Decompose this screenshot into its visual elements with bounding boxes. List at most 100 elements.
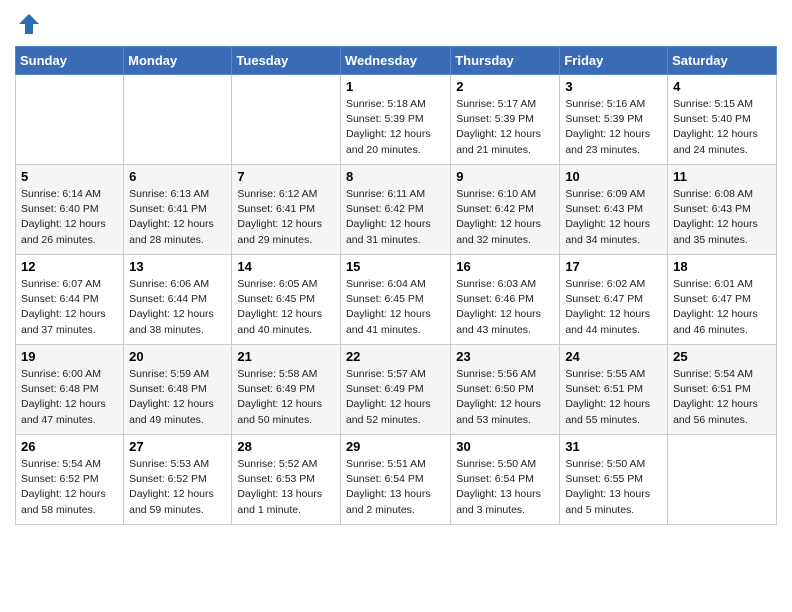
day-number: 22: [346, 349, 445, 364]
day-info: Sunrise: 6:09 AM Sunset: 6:43 PM Dayligh…: [565, 187, 662, 248]
day-info: Sunrise: 5:56 AM Sunset: 6:50 PM Dayligh…: [456, 367, 554, 428]
calendar-cell: 25 Sunrise: 5:54 AM Sunset: 6:51 PM Dayli…: [668, 345, 777, 435]
day-number: 7: [237, 169, 335, 184]
calendar-cell: 13 Sunrise: 6:06 AM Sunset: 6:44 PM Dayli…: [124, 255, 232, 345]
day-info: Sunrise: 6:00 AM Sunset: 6:48 PM Dayligh…: [21, 367, 118, 428]
calendar-cell: 27 Sunrise: 5:53 AM Sunset: 6:52 PM Dayli…: [124, 435, 232, 525]
weekday-header-friday: Friday: [560, 47, 668, 75]
day-number: 17: [565, 259, 662, 274]
weekday-header-sunday: Sunday: [16, 47, 124, 75]
day-info: Sunrise: 6:03 AM Sunset: 6:46 PM Dayligh…: [456, 277, 554, 338]
calendar-table: SundayMondayTuesdayWednesdayThursdayFrid…: [15, 46, 777, 525]
day-number: 1: [346, 79, 445, 94]
calendar-cell: 17 Sunrise: 6:02 AM Sunset: 6:47 PM Dayli…: [560, 255, 668, 345]
calendar-cell: 2 Sunrise: 5:17 AM Sunset: 5:39 PM Daylig…: [451, 75, 560, 165]
day-info: Sunrise: 5:54 AM Sunset: 6:51 PM Dayligh…: [673, 367, 771, 428]
calendar-cell: [232, 75, 341, 165]
day-number: 5: [21, 169, 118, 184]
day-info: Sunrise: 5:50 AM Sunset: 6:55 PM Dayligh…: [565, 457, 662, 518]
day-info: Sunrise: 6:11 AM Sunset: 6:42 PM Dayligh…: [346, 187, 445, 248]
weekday-header-thursday: Thursday: [451, 47, 560, 75]
calendar-cell: 6 Sunrise: 6:13 AM Sunset: 6:41 PM Daylig…: [124, 165, 232, 255]
day-info: Sunrise: 6:14 AM Sunset: 6:40 PM Dayligh…: [21, 187, 118, 248]
day-info: Sunrise: 6:04 AM Sunset: 6:45 PM Dayligh…: [346, 277, 445, 338]
day-number: 23: [456, 349, 554, 364]
weekday-header-wednesday: Wednesday: [340, 47, 450, 75]
day-number: 13: [129, 259, 226, 274]
calendar-cell: 12Sunrise: 6:07 AM Sunset: 6:44 PM Dayli…: [16, 255, 124, 345]
day-number: 29: [346, 439, 445, 454]
calendar-cell: 14 Sunrise: 6:05 AM Sunset: 6:45 PM Dayli…: [232, 255, 341, 345]
day-number: 14: [237, 259, 335, 274]
calendar-cell: [16, 75, 124, 165]
day-info: Sunrise: 5:17 AM Sunset: 5:39 PM Dayligh…: [456, 97, 554, 158]
calendar-cell: 18 Sunrise: 6:01 AM Sunset: 6:47 PM Dayli…: [668, 255, 777, 345]
day-number: 11: [673, 169, 771, 184]
day-number: 20: [129, 349, 226, 364]
day-number: 27: [129, 439, 226, 454]
calendar-cell: 5 Sunrise: 6:14 AM Sunset: 6:40 PM Daylig…: [16, 165, 124, 255]
day-info: Sunrise: 6:10 AM Sunset: 6:42 PM Dayligh…: [456, 187, 554, 248]
day-info: Sunrise: 5:54 AM Sunset: 6:52 PM Dayligh…: [21, 457, 118, 518]
weekday-header-monday: Monday: [124, 47, 232, 75]
calendar-cell: 16 Sunrise: 6:03 AM Sunset: 6:46 PM Dayli…: [451, 255, 560, 345]
day-number: 21: [237, 349, 335, 364]
day-number: 10: [565, 169, 662, 184]
calendar-week-row: 5 Sunrise: 6:14 AM Sunset: 6:40 PM Daylig…: [16, 165, 777, 255]
day-number: 30: [456, 439, 554, 454]
calendar-cell: 20 Sunrise: 5:59 AM Sunset: 6:48 PM Dayli…: [124, 345, 232, 435]
day-info: Sunrise: 5:52 AM Sunset: 6:53 PM Dayligh…: [237, 457, 335, 518]
day-number: 12: [21, 259, 118, 274]
calendar-cell: 29 Sunrise: 5:51 AM Sunset: 6:54 PM Dayli…: [340, 435, 450, 525]
calendar-cell: 23 Sunrise: 5:56 AM Sunset: 6:50 PM Dayli…: [451, 345, 560, 435]
day-number: 19: [21, 349, 118, 364]
day-info: Sunrise: 6:13 AM Sunset: 6:41 PM Dayligh…: [129, 187, 226, 248]
day-info: Sunrise: 5:51 AM Sunset: 6:54 PM Dayligh…: [346, 457, 445, 518]
calendar-cell: 19 Sunrise: 6:00 AM Sunset: 6:48 PM Dayli…: [16, 345, 124, 435]
calendar-cell: 21 Sunrise: 5:58 AM Sunset: 6:49 PM Dayli…: [232, 345, 341, 435]
calendar-cell: 9Sunrise: 6:10 AM Sunset: 6:42 PM Daylig…: [451, 165, 560, 255]
day-number: 6: [129, 169, 226, 184]
day-number: 31: [565, 439, 662, 454]
calendar-cell: 28Sunrise: 5:52 AM Sunset: 6:53 PM Dayli…: [232, 435, 341, 525]
calendar-cell: 26Sunrise: 5:54 AM Sunset: 6:52 PM Dayli…: [16, 435, 124, 525]
day-number: 3: [565, 79, 662, 94]
page-header: [15, 10, 777, 38]
logo: [15, 10, 47, 38]
day-info: Sunrise: 6:06 AM Sunset: 6:44 PM Dayligh…: [129, 277, 226, 338]
day-number: 18: [673, 259, 771, 274]
calendar-cell: 11 Sunrise: 6:08 AM Sunset: 6:43 PM Dayli…: [668, 165, 777, 255]
day-number: 25: [673, 349, 771, 364]
calendar-week-row: 26Sunrise: 5:54 AM Sunset: 6:52 PM Dayli…: [16, 435, 777, 525]
calendar-cell: 31 Sunrise: 5:50 AM Sunset: 6:55 PM Dayli…: [560, 435, 668, 525]
calendar-cell: 4 Sunrise: 5:15 AM Sunset: 5:40 PM Daylig…: [668, 75, 777, 165]
day-info: Sunrise: 5:55 AM Sunset: 6:51 PM Dayligh…: [565, 367, 662, 428]
day-info: Sunrise: 6:08 AM Sunset: 6:43 PM Dayligh…: [673, 187, 771, 248]
day-info: Sunrise: 6:01 AM Sunset: 6:47 PM Dayligh…: [673, 277, 771, 338]
day-info: Sunrise: 6:05 AM Sunset: 6:45 PM Dayligh…: [237, 277, 335, 338]
day-info: Sunrise: 5:53 AM Sunset: 6:52 PM Dayligh…: [129, 457, 226, 518]
day-info: Sunrise: 5:18 AM Sunset: 5:39 PM Dayligh…: [346, 97, 445, 158]
calendar-cell: 3Sunrise: 5:16 AM Sunset: 5:39 PM Daylig…: [560, 75, 668, 165]
day-info: Sunrise: 5:58 AM Sunset: 6:49 PM Dayligh…: [237, 367, 335, 428]
day-info: Sunrise: 5:59 AM Sunset: 6:48 PM Dayligh…: [129, 367, 226, 428]
day-number: 24: [565, 349, 662, 364]
weekday-header-row: SundayMondayTuesdayWednesdayThursdayFrid…: [16, 47, 777, 75]
calendar-cell: 22Sunrise: 5:57 AM Sunset: 6:49 PM Dayli…: [340, 345, 450, 435]
day-info: Sunrise: 6:02 AM Sunset: 6:47 PM Dayligh…: [565, 277, 662, 338]
day-info: Sunrise: 5:15 AM Sunset: 5:40 PM Dayligh…: [673, 97, 771, 158]
day-number: 2: [456, 79, 554, 94]
calendar-week-row: 19 Sunrise: 6:00 AM Sunset: 6:48 PM Dayli…: [16, 345, 777, 435]
calendar-cell: 7Sunrise: 6:12 AM Sunset: 6:41 PM Daylig…: [232, 165, 341, 255]
calendar-week-row: 12Sunrise: 6:07 AM Sunset: 6:44 PM Dayli…: [16, 255, 777, 345]
day-number: 15: [346, 259, 445, 274]
day-number: 16: [456, 259, 554, 274]
day-number: 4: [673, 79, 771, 94]
weekday-header-tuesday: Tuesday: [232, 47, 341, 75]
calendar-cell: 10 Sunrise: 6:09 AM Sunset: 6:43 PM Dayli…: [560, 165, 668, 255]
day-number: 8: [346, 169, 445, 184]
logo-icon: [15, 10, 43, 38]
weekday-header-saturday: Saturday: [668, 47, 777, 75]
calendar-week-row: 1 Sunrise: 5:18 AM Sunset: 5:39 PM Daylig…: [16, 75, 777, 165]
calendar-cell: 15 Sunrise: 6:04 AM Sunset: 6:45 PM Dayli…: [340, 255, 450, 345]
